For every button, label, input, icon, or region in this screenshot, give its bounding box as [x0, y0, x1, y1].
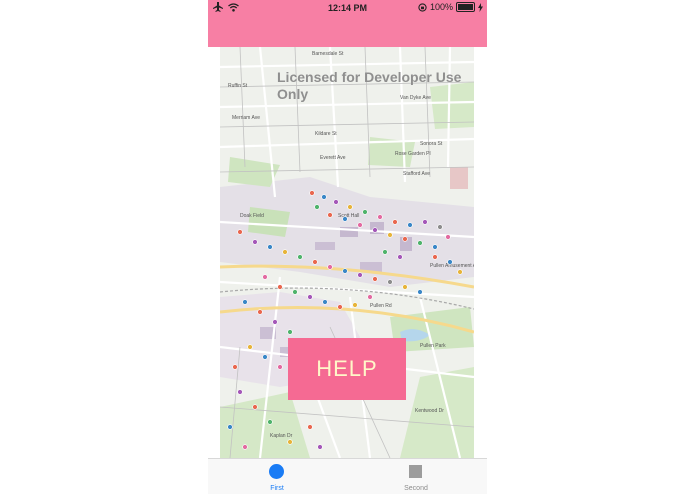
status-row: 12:14 PM 100% — [208, 0, 487, 16]
svg-text:Pullen Park: Pullen Park — [420, 343, 446, 349]
svg-text:Pullen Amusement Area: Pullen Amusement Area — [430, 263, 474, 269]
svg-text:Kaplan Dr: Kaplan Dr — [270, 433, 293, 439]
svg-text:Ruffin St: Ruffin St — [228, 83, 248, 89]
battery-icon — [456, 2, 475, 12]
map-watermark: Licensed for Developer Use Only — [277, 69, 462, 102]
svg-text:Doak Field: Doak Field — [240, 213, 264, 219]
svg-text:Sonora St: Sonora St — [420, 141, 443, 147]
svg-text:Barnesdale St: Barnesdale St — [312, 51, 344, 57]
status-bar: 12:14 PM 100% — [208, 0, 487, 47]
charging-bolt-icon — [478, 2, 483, 12]
svg-text:Scott Hall: Scott Hall — [338, 213, 359, 219]
svg-text:Rose Garden Pl: Rose Garden Pl — [395, 151, 431, 157]
rotation-lock-icon — [418, 2, 427, 12]
svg-text:Pullen Rd: Pullen Rd — [370, 303, 392, 309]
svg-text:Merriam Ave: Merriam Ave — [232, 115, 260, 121]
svg-text:Everett Ave: Everett Ave — [320, 155, 346, 161]
app-screen: 12:14 PM 100% Barnesdale St Ruffin St Va… — [208, 0, 487, 494]
battery-percent: 100% — [429, 2, 453, 12]
square-icon — [409, 465, 422, 478]
tab-second-label: Second — [404, 485, 428, 492]
svg-text:Kildare St: Kildare St — [315, 131, 337, 137]
tab-first-label: First — [270, 485, 284, 492]
svg-text:Kentwood Dr: Kentwood Dr — [415, 408, 444, 414]
status-right-icons: 100% — [418, 2, 483, 12]
tab-first[interactable]: First — [247, 459, 307, 494]
help-button[interactable]: HELP — [288, 338, 406, 400]
tab-bar: First Second — [208, 458, 487, 494]
tab-second[interactable]: Second — [386, 459, 446, 494]
circle-icon — [269, 464, 284, 479]
svg-text:Stafford Ave: Stafford Ave — [403, 171, 430, 177]
